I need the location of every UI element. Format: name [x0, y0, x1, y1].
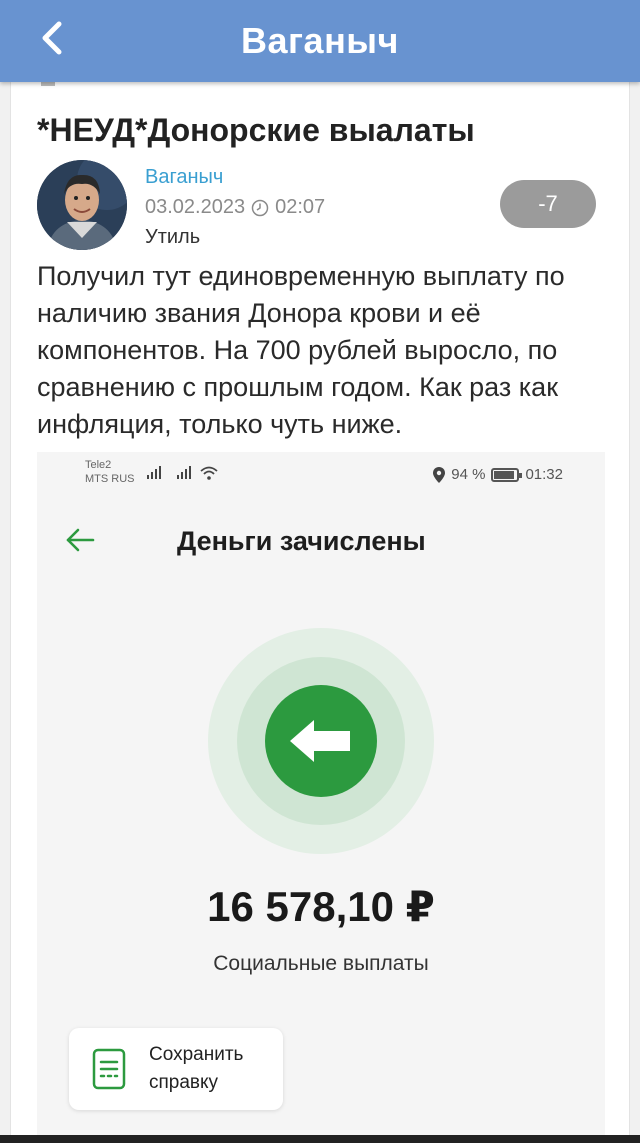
post-body: Получил тут единовременную выплату по на…: [37, 261, 565, 439]
signal-icon: [177, 466, 191, 479]
save-receipt-label: Сохранить справку: [149, 1041, 243, 1097]
app-title: Ваганыч: [241, 20, 399, 61]
rating-badge[interactable]: -7: [500, 180, 596, 228]
author-name-link[interactable]: Ваганыч: [145, 166, 223, 189]
document-icon: [91, 1047, 127, 1091]
carrier-1: Tele2: [85, 459, 112, 471]
save-receipt-line-2: справку: [149, 1072, 219, 1093]
post-category[interactable]: Утиль: [145, 226, 200, 249]
location-icon: [433, 466, 446, 483]
amount: 16 578,10 ₽: [207, 883, 435, 930]
status-right: 94 % 01:32: [433, 466, 563, 483]
status-bar: Tele2 MTS RUS 94 % 01:32: [37, 452, 605, 502]
save-receipt-line-1: Сохранить: [149, 1044, 244, 1065]
battery-percent: 94 %: [451, 466, 486, 483]
clock-icon: [251, 199, 269, 216]
wifi-icon: [200, 466, 218, 480]
arrow-left-icon[interactable]: [65, 526, 95, 554]
screenshot-nav: Деньги зачислены: [37, 512, 605, 572]
post-meta: 03.02.2023 02:07: [145, 196, 325, 219]
battery-icon: [491, 467, 523, 482]
chevron-left-icon: [42, 21, 62, 55]
post-card: *НЕУД*Донорские выалаты Ваганыч 03.02.20…: [10, 82, 630, 1143]
status-time: 01:32: [525, 466, 563, 483]
post-title[interactable]: *НЕУД*Донорские выалаты: [37, 112, 475, 149]
post-date: 03.02.2023: [145, 196, 246, 218]
post-time: 02:07: [275, 196, 326, 218]
embedded-screenshot[interactable]: Tele2 MTS RUS 94 % 01:32 Деньги зачислен…: [37, 452, 605, 1143]
save-receipt-button[interactable]: Сохранить справку: [69, 1028, 283, 1110]
signal-icon: [147, 466, 161, 479]
bottom-edge: [0, 1135, 640, 1143]
app-header: Ваганыч: [0, 0, 640, 82]
avatar[interactable]: [37, 160, 127, 250]
back-button[interactable]: [32, 16, 72, 60]
carrier-names: Tele2 MTS RUS: [85, 458, 135, 486]
amount-label: Социальные выплаты: [213, 952, 429, 975]
screenshot-title: Деньги зачислены: [177, 526, 426, 556]
carrier-2: MTS RUS: [85, 473, 135, 485]
divider: [41, 82, 55, 86]
incoming-transfer-icon: [265, 685, 377, 797]
